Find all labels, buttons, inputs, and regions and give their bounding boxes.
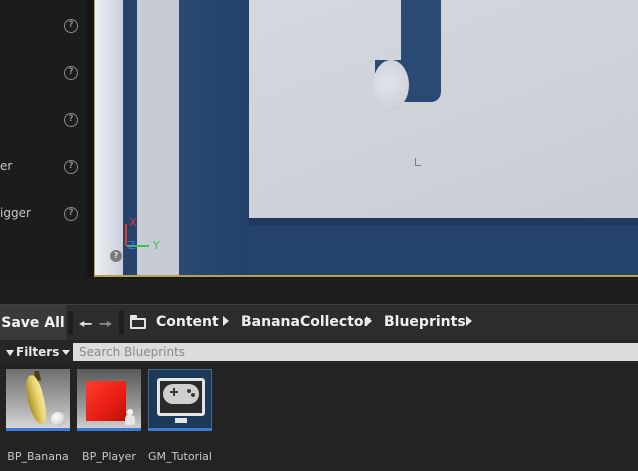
wall-shade (249, 218, 638, 225)
editor-window: ? ? ? er ? igger ? X Z Y ? Save All 🠔 🠖 … (0, 0, 638, 471)
details-row: er ? (0, 155, 87, 179)
pawn-body (125, 415, 135, 425)
game-mode-thumbnail-icon[interactable] (148, 369, 212, 431)
axis-z-label: Z (128, 239, 136, 252)
axis-x-label: X (129, 216, 137, 229)
filters-label: Filters (16, 345, 60, 359)
viewport-cylinder (373, 60, 409, 110)
red-cube (86, 381, 126, 421)
details-row: ? (0, 14, 87, 38)
back-arrow-icon[interactable]: 🠔 (79, 314, 92, 339)
toolbar-divider (119, 311, 124, 335)
banana-shape (22, 373, 50, 427)
panel-splitter[interactable] (87, 0, 94, 277)
pawn-icon (125, 409, 135, 427)
details-row-label: er (0, 159, 13, 173)
breadcrumb-arrow-icon[interactable] (366, 316, 372, 326)
viewport-wall (179, 0, 249, 275)
viewport-wall (249, 218, 638, 275)
level-viewport[interactable]: X Z Y ? (94, 0, 638, 277)
breadcrumb-content[interactable]: Content (156, 314, 219, 330)
breadcrumb-arrow-icon[interactable] (466, 316, 472, 326)
help-icon[interactable]: ? (64, 113, 78, 127)
search-blueprints-input[interactable] (73, 343, 638, 361)
details-row: igger ? (0, 202, 87, 226)
toolbar-divider (68, 311, 73, 335)
content-browser-toolbar: Save All 🠔 🠖 Content BananaCollector Blu… (0, 304, 638, 341)
save-all-button[interactable]: Save All (0, 305, 66, 341)
breadcrumb-arrow-icon[interactable] (223, 316, 229, 326)
asset-label: BP_Player (82, 450, 136, 463)
help-icon[interactable]: ? (64, 66, 78, 80)
viewport-floor-plane (249, 0, 638, 218)
forward-arrow-icon[interactable]: 🠖 (99, 314, 112, 339)
details-row-label: igger (0, 206, 31, 220)
filter-bar: Filters (0, 340, 638, 364)
axis-x-line (125, 224, 127, 246)
help-icon[interactable]: ? (64, 160, 78, 174)
help-icon[interactable]: ? (64, 207, 78, 221)
details-panel: ? ? ? er ? igger ? (0, 0, 87, 277)
gamepad-dpad (173, 388, 175, 396)
viewport-floor (137, 0, 638, 275)
axis-y-label: Y (153, 239, 160, 252)
monitor-stand (175, 418, 187, 423)
sphere-icon (51, 412, 65, 426)
details-row: ? (0, 108, 87, 132)
breadcrumb-blueprints[interactable]: Blueprints (384, 314, 466, 330)
crosshair-icon (415, 158, 421, 166)
chevron-down-icon (62, 350, 71, 355)
axis-gizmo: X Z Y (117, 214, 177, 254)
help-icon[interactable]: ? (64, 19, 78, 33)
gamepad-button (191, 393, 195, 397)
breadcrumb-bananacollector[interactable]: BananaCollector (241, 314, 370, 330)
folder-icon[interactable] (130, 318, 146, 329)
viewport-help-icon[interactable]: ? (110, 250, 122, 262)
red-cube-thumbnail-icon[interactable] (77, 369, 141, 431)
details-row: ? (0, 61, 87, 85)
panel-separator (0, 279, 638, 304)
filters-button[interactable]: Filters (6, 343, 71, 361)
asset-label: GM_Tutorial (148, 450, 212, 463)
asset-grid: BP_Banana BP_Player GM_Tutorial (0, 364, 638, 471)
funnel-icon (6, 349, 14, 356)
asset-label: BP_Banana (7, 450, 69, 463)
gamepad-button (187, 389, 191, 393)
banana-thumbnail-icon[interactable] (6, 369, 70, 431)
